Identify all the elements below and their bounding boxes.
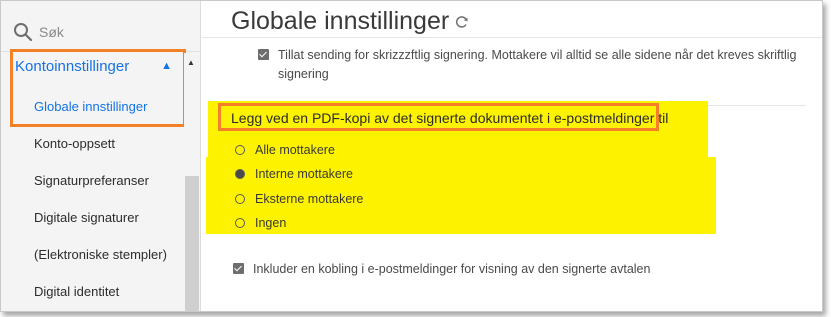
written-signature-checkbox-label: Tillat sending for skrizzzftlig signerin…	[278, 46, 797, 84]
pdf-copy-question: Legg ved en PDF-kopi av det signerte dok…	[231, 110, 669, 126]
radio-label: Ingen	[255, 216, 287, 230]
include-link-checkbox[interactable]	[233, 263, 244, 274]
radio-button[interactable]	[235, 218, 245, 228]
radio-button[interactable]	[235, 145, 245, 155]
radio-label: Eksterne mottakere	[255, 192, 364, 206]
sidebar-item-digital-identity[interactable]: Digital identitet	[34, 284, 119, 299]
radio-none[interactable]: Ingen	[235, 216, 286, 230]
annotation-box-nav	[10, 49, 186, 127]
search-box[interactable]: Søk	[13, 21, 64, 43]
radio-all-recipients[interactable]: Alle mottakere	[235, 143, 335, 157]
page-header: Globale innstillinger	[231, 7, 469, 36]
radio-button[interactable]	[235, 194, 245, 204]
scrollbar-thumb[interactable]	[185, 176, 199, 311]
checkbox-label-line2: signering	[278, 67, 329, 81]
radio-internal-recipients[interactable]: Interne mottakere	[235, 167, 353, 181]
sidebar-item-electronic-seals[interactable]: (Elektroniske stempler)	[34, 247, 167, 262]
sidebar-item-signature-preferences[interactable]: Signaturpreferanser	[34, 173, 149, 188]
radio-label: Interne mottakere	[255, 167, 353, 181]
sidebar: Søk Kontoinnstillinger ▲ Globale innstil…	[1, 1, 201, 311]
radio-label: Alle mottakere	[255, 143, 335, 157]
include-link-checkbox-row[interactable]: Inkluder en kobling i e-postmeldinger fo…	[233, 260, 650, 279]
divider	[202, 37, 822, 38]
scroll-up-arrow-icon[interactable]: ▲	[187, 58, 195, 67]
refresh-icon[interactable]	[455, 15, 469, 29]
sidebar-item-account-setup[interactable]: Konto-oppsett	[34, 136, 115, 151]
page-title: Globale innstillinger	[231, 7, 450, 35]
search-icon	[14, 23, 33, 42]
radio-button-selected[interactable]	[235, 169, 245, 179]
search-placeholder: Søk	[39, 24, 64, 40]
written-signature-checkbox-row[interactable]: Tillat sending for skrizzzftlig signerin…	[258, 46, 797, 84]
written-signature-checkbox[interactable]	[258, 49, 269, 60]
checkbox-label-line1: Tillat sending for skrizzzftlig signerin…	[278, 48, 797, 62]
include-link-checkbox-label: Inkluder en kobling i e-postmeldinger fo…	[253, 262, 651, 276]
radio-external-recipients[interactable]: Eksterne mottakere	[235, 192, 363, 206]
app-window: Søk Kontoinnstillinger ▲ Globale innstil…	[0, 0, 823, 312]
main-content: Globale innstillinger Tillat sending for…	[202, 1, 822, 311]
sidebar-item-digital-signatures[interactable]: Digitale signaturer	[34, 210, 139, 225]
